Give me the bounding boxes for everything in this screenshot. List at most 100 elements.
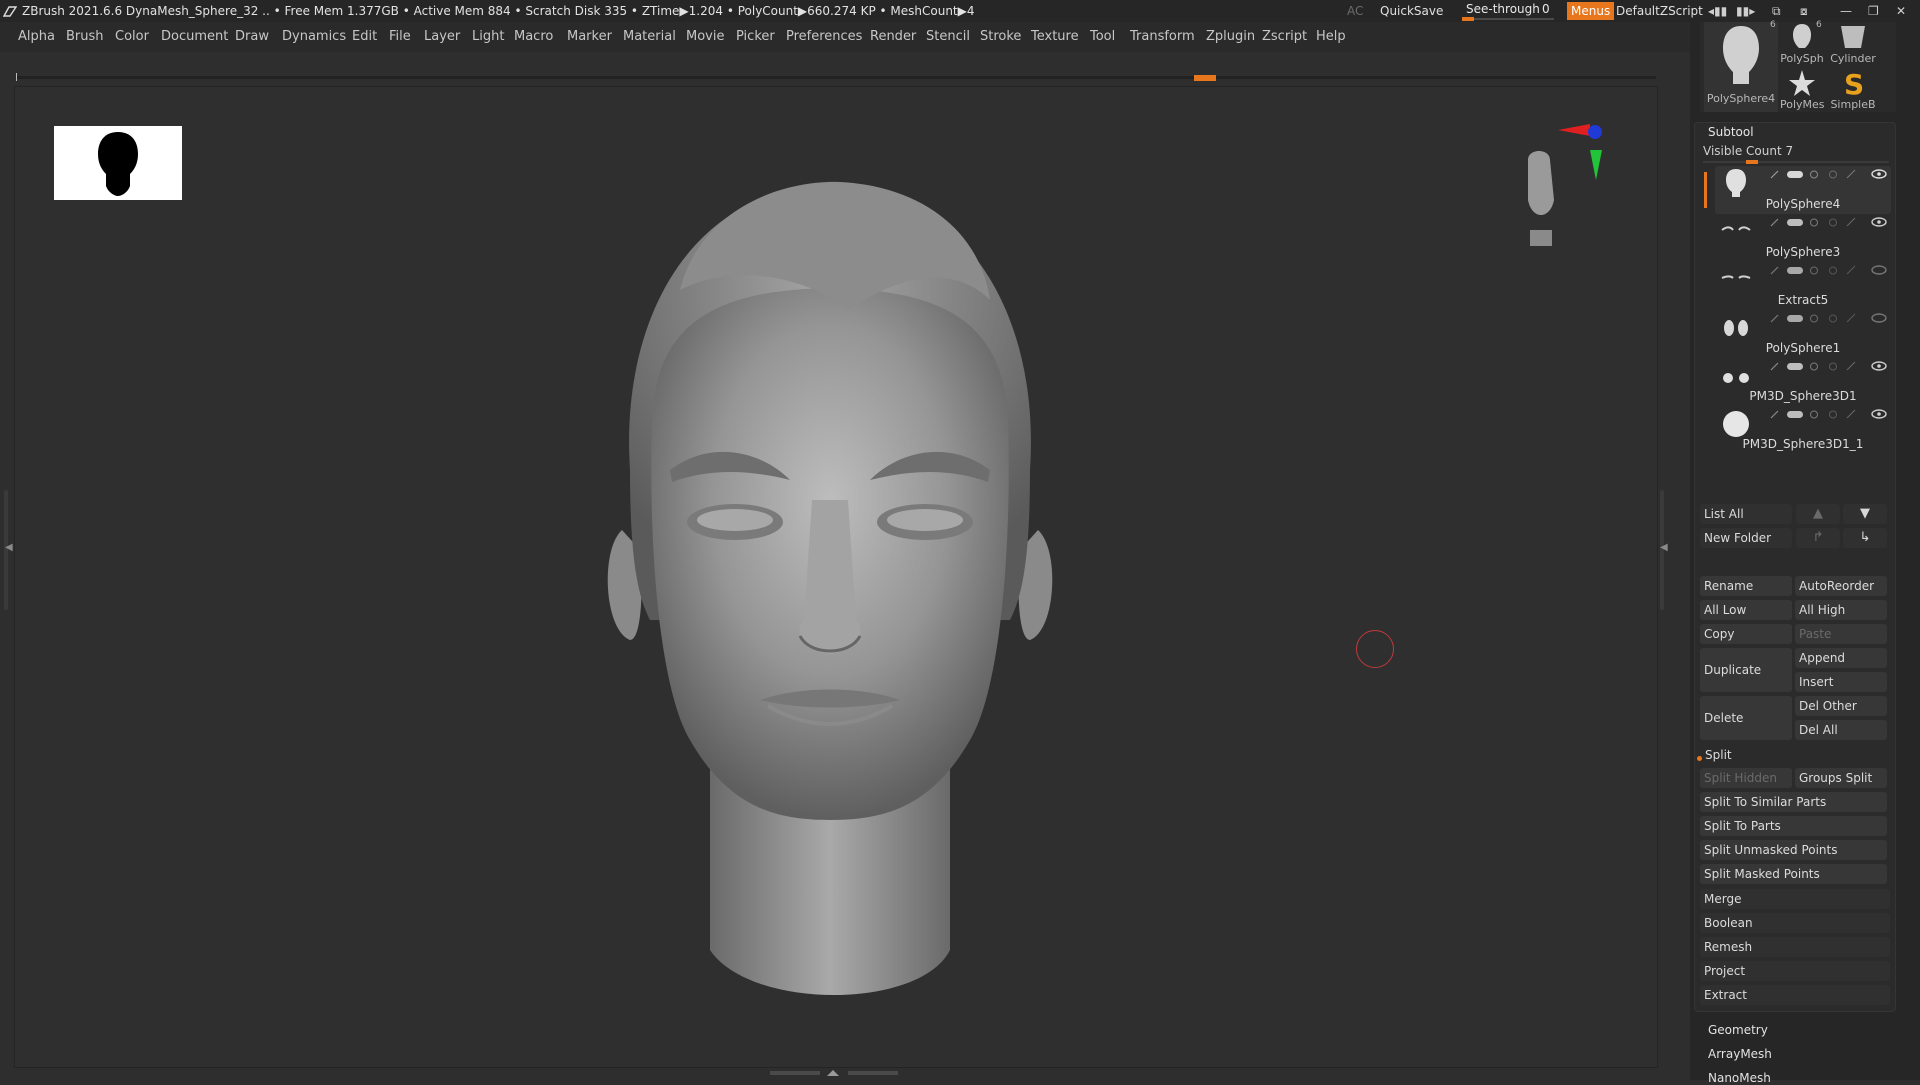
subtool-toggles[interactable] bbox=[1769, 216, 1889, 228]
folder-in-icon[interactable]: ↱ bbox=[1796, 528, 1840, 548]
menu-layer[interactable]: Layer bbox=[424, 22, 460, 52]
head-model[interactable] bbox=[600, 170, 1060, 1020]
menu-color[interactable]: Color bbox=[115, 22, 149, 52]
menu-stroke[interactable]: Stroke bbox=[980, 22, 1021, 52]
split-section-title[interactable]: Split bbox=[1705, 748, 1732, 762]
new-folder-button[interactable]: New Folder bbox=[1700, 528, 1792, 548]
append-button[interactable]: Append bbox=[1795, 648, 1887, 668]
menu-zscript[interactable]: Zscript bbox=[1262, 22, 1307, 52]
subtool-item[interactable]: PolySphere4 bbox=[1715, 166, 1891, 214]
subtool-toggles[interactable] bbox=[1769, 408, 1889, 420]
subtool-item[interactable]: PolySphere1 bbox=[1715, 310, 1891, 358]
menu-tool[interactable]: Tool bbox=[1090, 22, 1115, 52]
menu-transform[interactable]: Transform bbox=[1130, 22, 1195, 52]
subtool-item[interactable]: Extract5 bbox=[1715, 262, 1891, 310]
menu-alpha[interactable]: Alpha bbox=[18, 22, 55, 52]
visible-count-knob[interactable] bbox=[1746, 160, 1758, 164]
all-high-button[interactable]: All High bbox=[1795, 600, 1887, 620]
copy-button[interactable]: Copy bbox=[1700, 624, 1792, 644]
merge-section[interactable]: Merge bbox=[1700, 889, 1890, 909]
tool-cylinder[interactable]: Cylinder bbox=[1828, 22, 1878, 66]
project-section[interactable]: Project bbox=[1700, 961, 1890, 981]
menu-movie[interactable]: Movie bbox=[686, 22, 724, 52]
menu-material[interactable]: Material bbox=[623, 22, 676, 52]
geometry-menu[interactable]: Geometry bbox=[1708, 1023, 1768, 1037]
menu-stencil[interactable]: Stencil bbox=[926, 22, 970, 52]
split-hidden-button[interactable]: Split Hidden bbox=[1700, 768, 1792, 788]
quicksave-button[interactable]: QuickSave bbox=[1380, 0, 1443, 22]
layout-prev-icon[interactable]: ◂▮▮ bbox=[1708, 0, 1727, 22]
insert-button[interactable]: Insert bbox=[1795, 672, 1887, 692]
menu-texture[interactable]: Texture bbox=[1031, 22, 1079, 52]
arraymesh-menu[interactable]: ArrayMesh bbox=[1708, 1047, 1772, 1061]
menu-brush[interactable]: Brush bbox=[66, 22, 104, 52]
subtool-item[interactable]: PM3D_Sphere3D1 bbox=[1715, 358, 1891, 406]
restore-layout-icon[interactable]: ⧉ bbox=[1772, 0, 1781, 22]
default-zscript-button[interactable]: DefaultZScript bbox=[1616, 0, 1703, 22]
delete-button[interactable]: Delete bbox=[1700, 696, 1792, 740]
extract-section[interactable]: Extract bbox=[1700, 985, 1890, 1005]
split-unmasked-points-button[interactable]: Split Unmasked Points bbox=[1700, 840, 1887, 860]
rename-button[interactable]: Rename bbox=[1700, 576, 1792, 596]
subtool-toggles[interactable] bbox=[1769, 168, 1889, 180]
tool-polysphere4[interactable]: PolySphere4 6 bbox=[1704, 20, 1778, 112]
right-tray-arrow-icon[interactable]: ◀ bbox=[1660, 542, 1668, 553]
menu-dynamics[interactable]: Dynamics bbox=[282, 22, 346, 52]
see-through-knob[interactable] bbox=[1462, 17, 1474, 21]
menu-preferences[interactable]: Preferences bbox=[786, 22, 862, 52]
timeline-marker[interactable] bbox=[1194, 75, 1216, 81]
subtool-toggles[interactable] bbox=[1769, 264, 1889, 276]
visible-count-slider[interactable]: Visible Count 7 bbox=[1703, 144, 1793, 158]
menu-picker[interactable]: Picker bbox=[736, 22, 775, 52]
close-icon[interactable]: ✕ bbox=[1896, 0, 1906, 22]
nanomesh-menu[interactable]: NanoMesh bbox=[1708, 1071, 1771, 1085]
menus-toggle[interactable]: Menus bbox=[1567, 2, 1615, 20]
bottom-tray-grip[interactable] bbox=[770, 1070, 900, 1077]
folder-out-icon[interactable]: ↳ bbox=[1843, 528, 1887, 548]
menu-draw[interactable]: Draw bbox=[235, 22, 269, 52]
split-masked-points-button[interactable]: Split Masked Points bbox=[1700, 864, 1887, 884]
menu-marker[interactable]: Marker bbox=[567, 22, 612, 52]
list-all-button[interactable]: List All bbox=[1700, 504, 1792, 524]
menu-help[interactable]: Help bbox=[1316, 22, 1346, 52]
subtool-toggles[interactable] bbox=[1769, 360, 1889, 372]
minimize-icon[interactable]: — bbox=[1840, 0, 1852, 22]
menu-zplugin[interactable]: Zplugin bbox=[1206, 22, 1255, 52]
remesh-section[interactable]: Remesh bbox=[1700, 937, 1890, 957]
menu-macro[interactable]: Macro bbox=[514, 22, 553, 52]
silhouette-thumbnail[interactable] bbox=[54, 126, 182, 200]
menu-render[interactable]: Render bbox=[870, 22, 916, 52]
menu-file[interactable]: File bbox=[389, 22, 411, 52]
groups-split-button[interactable]: Groups Split bbox=[1795, 768, 1887, 788]
subtool-item[interactable]: PM3D_Sphere3D1_1 bbox=[1715, 406, 1891, 454]
menu-light[interactable]: Light bbox=[472, 22, 504, 52]
layout-next-icon[interactable]: ▮▮▸ bbox=[1736, 0, 1755, 22]
menu-edit[interactable]: Edit bbox=[352, 22, 377, 52]
paste-button[interactable]: Paste bbox=[1795, 624, 1887, 644]
navigation-gizmo[interactable] bbox=[1510, 120, 1620, 250]
tool-polysph[interactable]: PolySph 6 bbox=[1780, 20, 1824, 66]
subtool-item[interactable]: PolySphere3 bbox=[1715, 214, 1891, 262]
move-up-icon[interactable]: ▲ bbox=[1796, 504, 1840, 524]
split-to-similar-parts-button[interactable]: Split To Similar Parts bbox=[1700, 792, 1887, 812]
maximize-icon[interactable]: ❐ bbox=[1868, 0, 1879, 22]
all-low-button[interactable]: All Low bbox=[1700, 600, 1792, 620]
subtool-toggles[interactable] bbox=[1769, 312, 1889, 324]
timeline-track[interactable] bbox=[16, 76, 1656, 79]
tool-polymesh[interactable]: PolyMes bbox=[1780, 68, 1825, 112]
autoreorder-button[interactable]: AutoReorder bbox=[1795, 576, 1887, 596]
del-all-button[interactable]: Del All bbox=[1795, 720, 1887, 740]
see-through-slider[interactable]: See-through 0 bbox=[1462, 0, 1554, 22]
duplicate-button[interactable]: Duplicate bbox=[1700, 648, 1792, 692]
split-to-parts-button[interactable]: Split To Parts bbox=[1700, 816, 1887, 836]
left-tray-arrow-icon[interactable]: ◀ bbox=[5, 542, 13, 553]
visible-count-track[interactable] bbox=[1703, 161, 1889, 163]
save-layout-icon[interactable]: ⧇ bbox=[1800, 0, 1808, 22]
subtool-title[interactable]: Subtool bbox=[1708, 125, 1754, 139]
menu-document[interactable]: Document bbox=[161, 22, 228, 52]
tool-simplebrush[interactable]: S SimpleB bbox=[1828, 68, 1878, 112]
del-other-button[interactable]: Del Other bbox=[1795, 696, 1887, 716]
boolean-section[interactable]: Boolean bbox=[1700, 913, 1890, 933]
ac-label[interactable]: AC bbox=[1347, 0, 1363, 22]
move-down-icon[interactable]: ▼ bbox=[1843, 504, 1887, 524]
